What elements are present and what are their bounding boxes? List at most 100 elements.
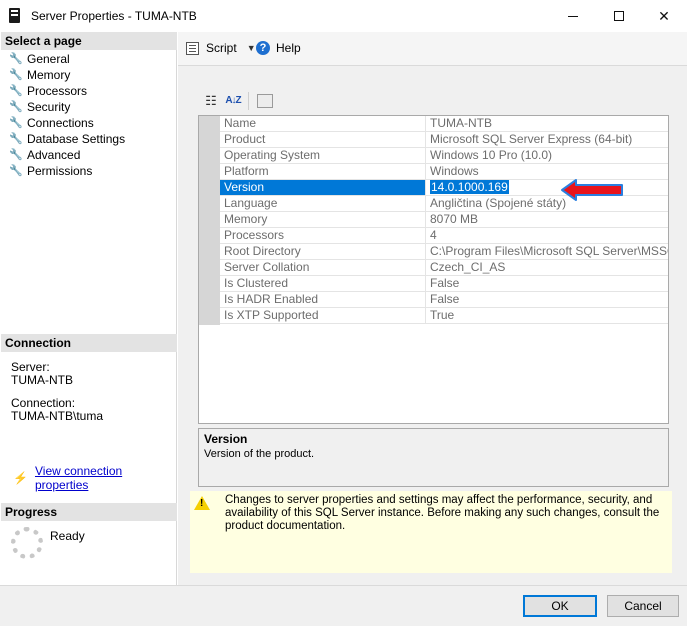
page-item-label: Connections (27, 116, 94, 130)
dropdown-arrow-icon[interactable]: ▼ (247, 43, 256, 53)
property-value-text: Windows (430, 164, 479, 178)
property-value[interactable]: 14.0.1000.169 (427, 180, 668, 195)
property-value-text: Windows 10 Pro (10.0) (430, 148, 553, 162)
page-item-general[interactable]: 🔧 General (9, 51, 70, 67)
wrench-icon: 🔧 (9, 85, 23, 97)
server-properties-icon (9, 8, 20, 23)
help-button[interactable]: ? Help (256, 41, 301, 55)
wrench-icon: 🔧 (9, 117, 23, 129)
help-icon: ? (256, 41, 270, 55)
script-icon (186, 41, 199, 55)
grid-empty-area (199, 325, 668, 423)
wrench-icon: 🔧 (9, 133, 23, 145)
property-value: Microsoft SQL Server Express (64-bit) (427, 132, 668, 147)
red-arrow-annotation-icon (561, 179, 623, 201)
page-item-label: Processors (27, 84, 88, 98)
property-description-panel: Version Version of the product. (198, 428, 669, 487)
table-row[interactable]: Is XTP Supported True (220, 308, 668, 324)
alphabetical-sort-icon[interactable]: A↓Z (224, 92, 242, 110)
toolbar-separator (248, 92, 249, 110)
page-item-security[interactable]: 🔧 Security (9, 99, 70, 115)
page-item-label: Memory (27, 68, 71, 82)
property-value-text: 8070 MB (430, 212, 479, 226)
property-value: Angličtina (Spojené státy) (427, 196, 668, 211)
property-value-text: True (430, 308, 455, 322)
progress-status: Ready (50, 529, 85, 543)
property-name: Server Collation (220, 260, 426, 275)
property-value-text: 14.0.1000.169 (430, 180, 509, 194)
cancel-button[interactable]: Cancel (607, 595, 679, 617)
property-value-text: C:\Program Files\Microsoft SQL Server\MS… (430, 244, 668, 258)
page-item-memory[interactable]: 🔧 Memory (9, 67, 70, 83)
property-value: False (427, 276, 668, 291)
script-label: Script (206, 41, 237, 55)
property-name: Is HADR Enabled (220, 292, 426, 307)
property-value-text: False (430, 292, 460, 306)
connection-value: TUMA-NTB\tuma (11, 409, 104, 423)
dialog-button-bar: OK Cancel (0, 585, 687, 626)
property-name: Is XTP Supported (220, 308, 426, 323)
maximize-icon (614, 11, 624, 21)
table-row[interactable]: Server Collation Czech_CI_AS (220, 260, 668, 276)
table-row[interactable]: Memory 8070 MB (220, 212, 668, 228)
table-row[interactable]: Operating System Windows 10 Pro (10.0) (220, 148, 668, 164)
progress-header: Progress (1, 503, 177, 521)
maximize-button[interactable] (596, 0, 642, 32)
warning-text: Changes to server properties and setting… (225, 494, 660, 532)
table-row[interactable]: Root Directory C:\Program Files\Microsof… (220, 244, 668, 260)
close-button[interactable]: ✕ (641, 0, 687, 32)
property-name: Version (220, 180, 426, 195)
property-name: Processors (220, 228, 426, 243)
window-title: Server Properties - TUMA-NTB (31, 9, 197, 23)
property-name: Platform (220, 164, 426, 179)
minimize-button[interactable] (550, 0, 596, 32)
property-name: Name (220, 116, 426, 131)
property-value: 8070 MB (427, 212, 668, 227)
script-button[interactable]: Script ▼ (186, 41, 256, 55)
property-value-text: 4 (430, 228, 437, 242)
property-value-text: Angličtina (Spojené státy) (430, 196, 567, 210)
property-value: Czech_CI_AS (427, 260, 668, 275)
page-item-processors[interactable]: 🔧 Processors (9, 83, 87, 99)
ok-button[interactable]: OK (523, 595, 597, 617)
view-connection-properties-label: View connection properties (35, 464, 123, 492)
page-item-connections[interactable]: 🔧 Connections (9, 115, 94, 131)
help-label: Help (276, 41, 301, 55)
view-connection-properties-link[interactable]: ⚡ View connection properties (13, 464, 176, 492)
title-bar: Server Properties - TUMA-NTB ✕ (0, 0, 687, 32)
table-row[interactable]: Processors 4 (220, 228, 668, 244)
wrench-icon: 🔧 (9, 69, 23, 81)
categorized-view-icon[interactable]: ☷ (202, 92, 220, 110)
property-value: True (427, 308, 668, 323)
table-row[interactable]: Product Microsoft SQL Server Express (64… (220, 132, 668, 148)
page-item-label: Security (27, 100, 71, 114)
property-name: Operating System (220, 148, 426, 163)
property-name: Root Directory (220, 244, 426, 259)
property-value-text: False (430, 276, 460, 290)
server-value: TUMA-NTB (11, 373, 73, 387)
connection-plug-icon: ⚡ (13, 471, 28, 485)
description-text: Version of the product. (204, 448, 315, 460)
connection-header: Connection (1, 334, 177, 352)
page-item-label: General (27, 52, 70, 66)
table-row[interactable]: Is HADR Enabled False (220, 292, 668, 308)
description-title: Version (204, 432, 248, 446)
property-grid: Name TUMA-NTB Product Microsoft SQL Serv… (198, 115, 669, 424)
page-item-advanced[interactable]: 🔧 Advanced (9, 147, 80, 163)
property-pages-icon[interactable] (257, 94, 273, 108)
page-item-label: Advanced (27, 148, 81, 162)
select-page-header: Select a page (1, 32, 177, 50)
page-item-label: Permissions (27, 164, 93, 178)
property-name: Is Clustered (220, 276, 426, 291)
property-name: Product (220, 132, 426, 147)
page-item-label: Database Settings (27, 132, 126, 146)
close-icon: ✕ (658, 7, 670, 24)
grid-gutter (199, 116, 220, 325)
table-row[interactable]: Name TUMA-NTB (220, 116, 668, 132)
property-name: Language (220, 196, 426, 211)
page-item-database-settings[interactable]: 🔧 Database Settings (9, 131, 125, 147)
toolbar: Script ▼ ? Help (178, 32, 687, 66)
warning-icon (194, 496, 210, 510)
table-row[interactable]: Is Clustered False (220, 276, 668, 292)
page-item-permissions[interactable]: 🔧 Permissions (9, 163, 92, 179)
